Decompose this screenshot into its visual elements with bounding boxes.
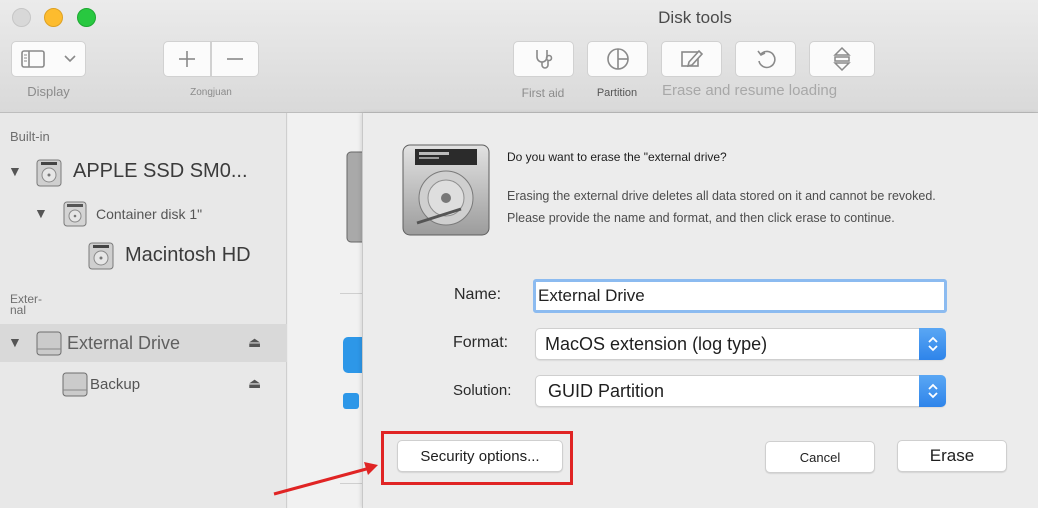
first-aid-button[interactable] [513,41,574,77]
maximize-window-button[interactable] [77,8,96,27]
external-header-line2: nal [10,303,27,317]
mount-button[interactable] [809,41,875,77]
disclosure-triangle-icon[interactable]: ▼ [8,334,22,350]
restore-button[interactable] [735,41,796,77]
disclosure-triangle-icon[interactable]: ▼ [8,163,22,179]
zongjuan-label: Zongjuan [190,87,232,98]
minimize-window-button[interactable] [44,8,63,27]
cancel-button[interactable]: Cancel [765,441,875,473]
sidebar-item-container-disk[interactable]: ▼ Container disk 1" [0,199,287,229]
partition-button[interactable] [587,41,648,77]
external-volume-icon [61,370,89,403]
mount-icon [833,47,851,71]
usage-bar [343,337,363,373]
chevron-down-icon [64,55,76,63]
restore-arrow-icon [755,48,777,70]
remove-volume-button[interactable] [211,41,259,77]
select-stepper-icon [919,375,946,407]
scheme-select-value: GUID Partition [548,381,665,401]
name-label: Name: [454,286,502,303]
container-disk-icon [61,200,89,233]
pie-chart-icon [606,47,630,71]
sidebar-item-apple-ssd[interactable]: ▼ APPLE SSD SM0... [0,157,287,189]
security-options-button[interactable]: Security options... [397,440,563,472]
annotation-arrow-icon [272,458,382,503]
erase-button[interactable]: Erase [897,440,1007,472]
erase-toolbar-button[interactable] [661,41,722,77]
dialog-description-line: Please provide the name and format, and … [507,211,895,225]
divider [340,293,362,294]
format-select-value: MacOS extension (log type) [545,334,768,354]
internal-disk-icon [34,158,64,193]
window-title: Disk tools [658,8,732,27]
select-stepper-icon [919,328,946,360]
dialog-question: Do you want to erase the "external drive… [507,150,727,164]
partition-label: Partition [596,87,638,99]
solution-label: Solution: [453,382,512,399]
first-aid-label: First aid [521,86,565,100]
built-in-header: Built-in [10,129,50,144]
dialog-description: Erasing the external drive deletes all d… [507,185,1027,229]
name-field[interactable] [533,279,947,313]
minus-icon [226,57,244,61]
external-disk-icon [35,329,63,362]
sidebar-item-label: Backup [90,376,141,393]
close-window-button[interactable] [12,8,31,27]
toolbar: Disk tools Display Zongjuan First aid Pa… [0,0,1038,113]
eject-icon[interactable]: ⏏ [248,334,261,351]
sidebar-item-macintosh-hd[interactable]: Macintosh HD [0,241,287,271]
eraser-icon [680,48,704,70]
add-volume-button[interactable] [163,41,211,77]
hard-drive-icon [399,143,493,244]
sidebar-item-label: Macintosh HD [125,244,251,266]
sidebar: Built-in ▼ APPLE SSD SM0... ▼ Container … [0,113,287,508]
sidebar-item-external-drive[interactable]: ▼ External Drive ⏏ [0,324,287,362]
external-header: Exter- nal [10,293,42,317]
erase-dialog: Do you want to erase the "external drive… [362,113,1038,508]
sidebar-item-label: Container disk 1" [96,206,203,222]
display-label: Display [27,84,70,99]
scheme-select[interactable]: GUID Partition [535,375,946,407]
volume-icon [86,241,116,276]
usage-legend-swatch [343,393,359,409]
sidebar-item-label: External Drive [67,333,181,353]
sidebar-item-backup[interactable]: Backup ⏏ [0,369,287,399]
sidebar-toggle-icon [21,50,46,68]
dialog-description-line: Erasing the external drive deletes all d… [507,189,936,203]
sidebar-item-label: APPLE SSD SM0... [73,160,248,182]
disclosure-triangle-icon[interactable]: ▼ [34,205,48,221]
format-label: Format: [453,334,509,351]
display-button[interactable] [11,41,86,77]
eject-icon[interactable]: ⏏ [248,375,261,392]
stethoscope-icon [532,48,556,70]
plus-icon [178,50,196,68]
erase-resume-label: Erase and resume loading [662,82,838,99]
format-select[interactable]: MacOS extension (log type) [535,328,946,360]
